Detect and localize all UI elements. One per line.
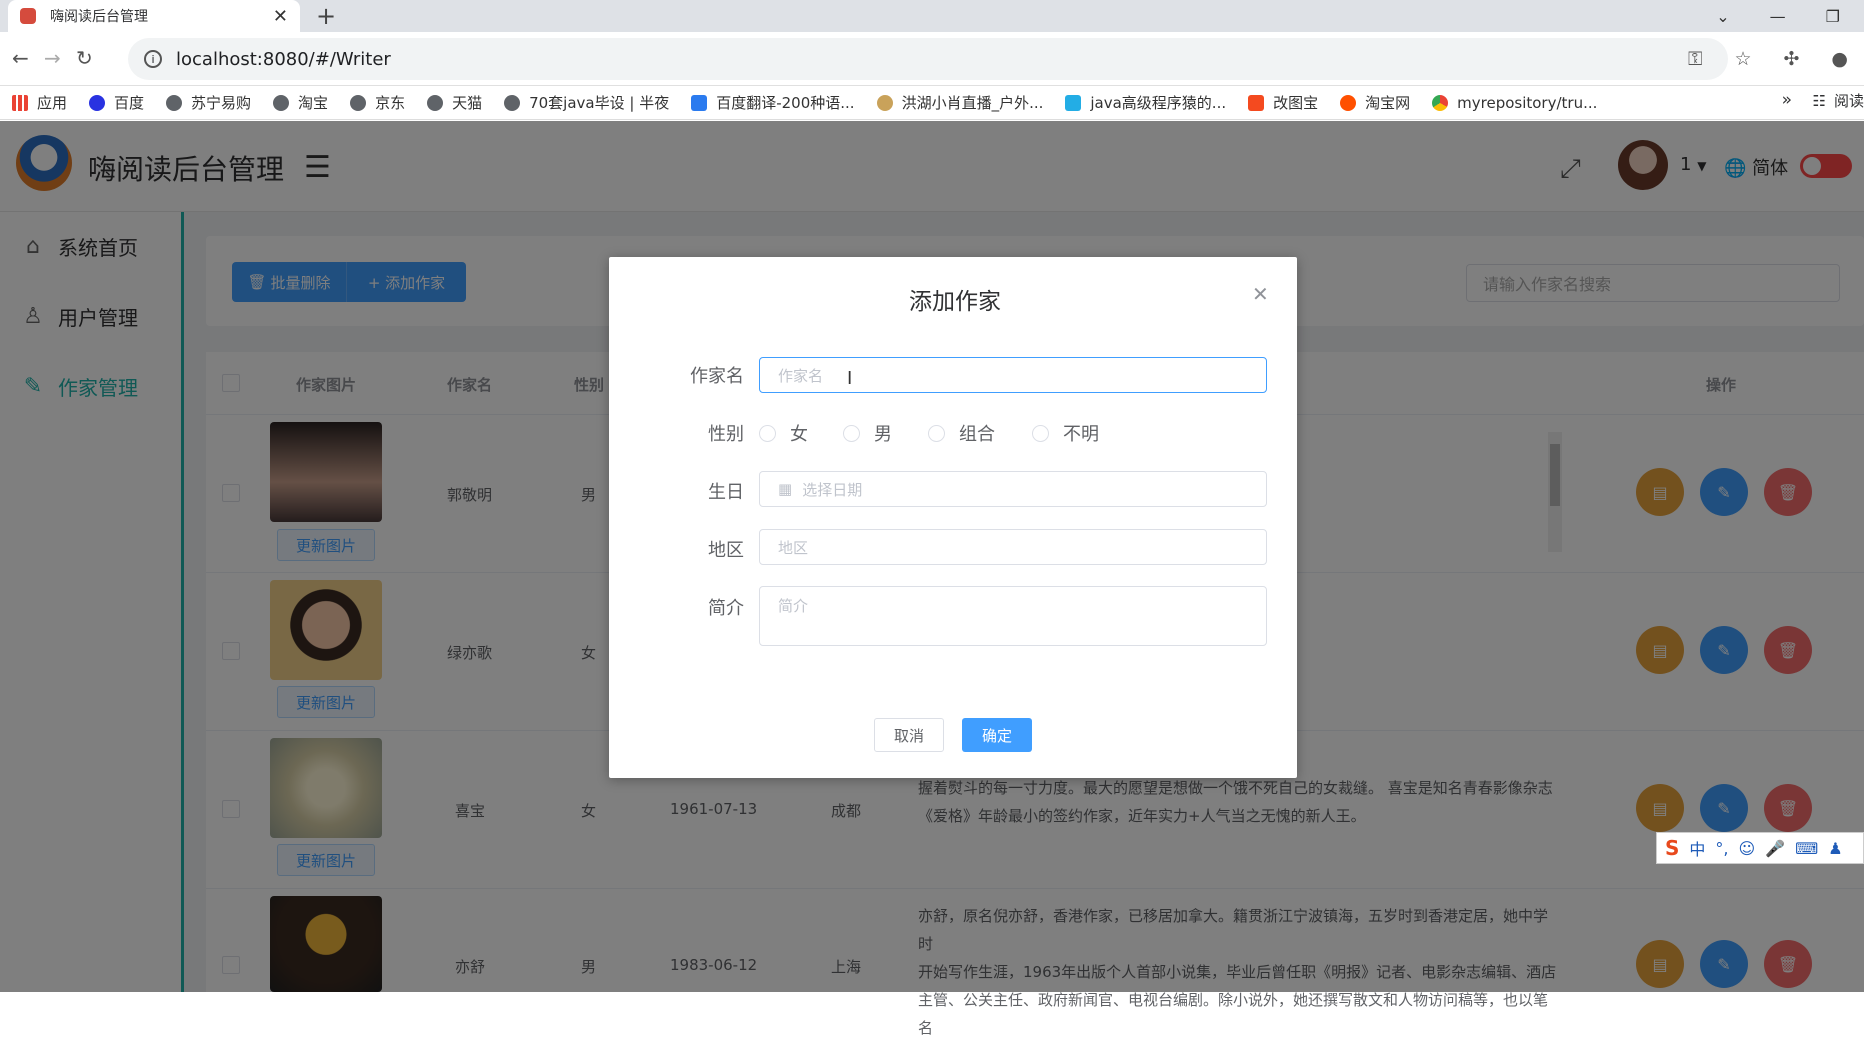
birth-date-picker[interactable]: ▦ 选择日期 (759, 471, 1267, 507)
browser-tab[interactable]: 嗨阅读后台管理 ✕ (8, 0, 300, 32)
extensions-icon[interactable]: ✣ (1783, 48, 1799, 70)
bookmark-item[interactable]: 百度翻译-200种语... (691, 92, 855, 113)
close-icon[interactable]: ✕ (1252, 282, 1269, 306)
bookmark-item[interactable]: 洪湖小肖直播_户外... (876, 92, 1043, 113)
bookmark-item[interactable]: 苏宁易购 (166, 92, 251, 113)
forward-icon[interactable]: → (44, 46, 61, 70)
profile-icon[interactable]: ● (1831, 48, 1848, 70)
star-icon[interactable]: ☆ (1734, 48, 1751, 70)
new-tab-icon[interactable]: + (316, 2, 336, 30)
gender-radio-unknown[interactable]: 不明 (1032, 420, 1099, 446)
bookmark-item[interactable]: 应用 (12, 92, 67, 113)
sogou-icon: S (1665, 836, 1680, 860)
radio-icon (843, 424, 860, 442)
gender-radio-male[interactable]: 男 (843, 420, 892, 446)
restore-icon[interactable]: ❐ (1826, 7, 1840, 26)
region-label: 地区 (708, 540, 744, 561)
radio-icon (1032, 424, 1049, 442)
confirm-button[interactable]: 确定 (962, 718, 1032, 752)
radio-icon (928, 424, 945, 442)
globe-icon (504, 94, 521, 111)
intro-label: 简介 (708, 598, 744, 619)
reading-list[interactable]: ☷ 阅读 (1813, 90, 1864, 111)
keyboard-icon[interactable]: ⌨ (1795, 839, 1818, 858)
gender-radio-female[interactable]: 女 (759, 420, 808, 446)
close-tab-icon[interactable]: ✕ (273, 6, 288, 27)
bookmarks-bar: 应用 百度 苏宁易购 淘宝 京东 天猫 70套java毕设 | 半夜 百度翻译-… (0, 86, 1864, 120)
favicon-icon (20, 8, 36, 24)
gender-radio-group[interactable]: 组合 (928, 420, 995, 446)
birth-label: 生日 (708, 482, 744, 503)
name-input[interactable]: 作家名 (759, 357, 1267, 393)
bookmark-item[interactable]: myrepository/tru... (1432, 94, 1597, 112)
reading-list-icon: ☷ (1812, 91, 1826, 110)
text-cursor-icon: I (847, 368, 853, 389)
url-bar[interactable]: i localhost:8080/#/Writer (128, 38, 1728, 80)
window-controls: ⌄ — ❐ (1716, 0, 1864, 32)
minimize-icon[interactable]: — (1770, 7, 1786, 26)
globe-icon (350, 94, 367, 111)
globe-icon (273, 94, 290, 111)
bookmark-item[interactable]: 京东 (350, 92, 405, 113)
bookmark-item[interactable]: 百度 (89, 92, 144, 113)
ime-toolbar[interactable]: S 中 °, ☺ 🎤 ⌨ ♟ (1656, 832, 1864, 864)
tab-search-icon[interactable]: ⌄ (1716, 7, 1729, 26)
radio-icon (759, 424, 776, 442)
back-icon[interactable]: ← (12, 46, 29, 70)
punctuation-icon[interactable]: °, (1715, 839, 1728, 858)
skin-icon[interactable]: ♟ (1828, 839, 1842, 858)
bookmark-item[interactable]: 70套java毕设 | 半夜 (504, 92, 669, 113)
bookmark-item[interactable]: 淘宝 (273, 92, 328, 113)
bookmarks-more[interactable]: » (1782, 90, 1792, 110)
chrome-icon (1432, 94, 1449, 111)
globe-icon (427, 94, 444, 111)
bookmark-item[interactable]: 淘宝网 (1340, 92, 1410, 113)
add-writer-dialog (609, 257, 1297, 778)
cancel-button[interactable]: 取消 (874, 718, 944, 752)
ime-mode[interactable]: 中 (1689, 836, 1705, 860)
key-icon[interactable]: ⚿ (1688, 48, 1702, 70)
translate-icon (691, 94, 708, 111)
baidu-icon (89, 94, 106, 111)
taobao-icon (1340, 94, 1357, 111)
address-bar-actions: ⚿ ☆ ✣ ● (1688, 48, 1848, 70)
reload-icon[interactable]: ↻ (76, 46, 93, 70)
bookmark-item[interactable]: 改图宝 (1248, 92, 1318, 113)
calendar-icon: ▦ (778, 480, 793, 498)
url-text: localhost:8080/#/Writer (176, 48, 391, 70)
region-input[interactable]: 地区 (759, 529, 1267, 565)
gender-label: 性别 (708, 424, 744, 445)
emoji-icon[interactable]: ☺ (1739, 839, 1756, 858)
dialog-title: 添加作家 (909, 289, 1001, 315)
bookmark-item[interactable]: java高级程序猿的... (1065, 92, 1226, 113)
name-label: 作家名 (690, 366, 744, 387)
bilibili-icon (1065, 94, 1082, 111)
mic-icon[interactable]: 🎤 (1765, 839, 1785, 858)
apps-icon (12, 94, 28, 111)
tab-title: 嗨阅读后台管理 (50, 9, 148, 25)
site-info-icon[interactable]: i (144, 50, 162, 68)
globe-icon (166, 94, 183, 111)
tutubao-icon (1248, 94, 1265, 111)
bookmark-item[interactable]: 天猫 (427, 92, 482, 113)
intro-textarea[interactable]: 简介 (759, 586, 1267, 646)
bird-icon (876, 94, 893, 111)
